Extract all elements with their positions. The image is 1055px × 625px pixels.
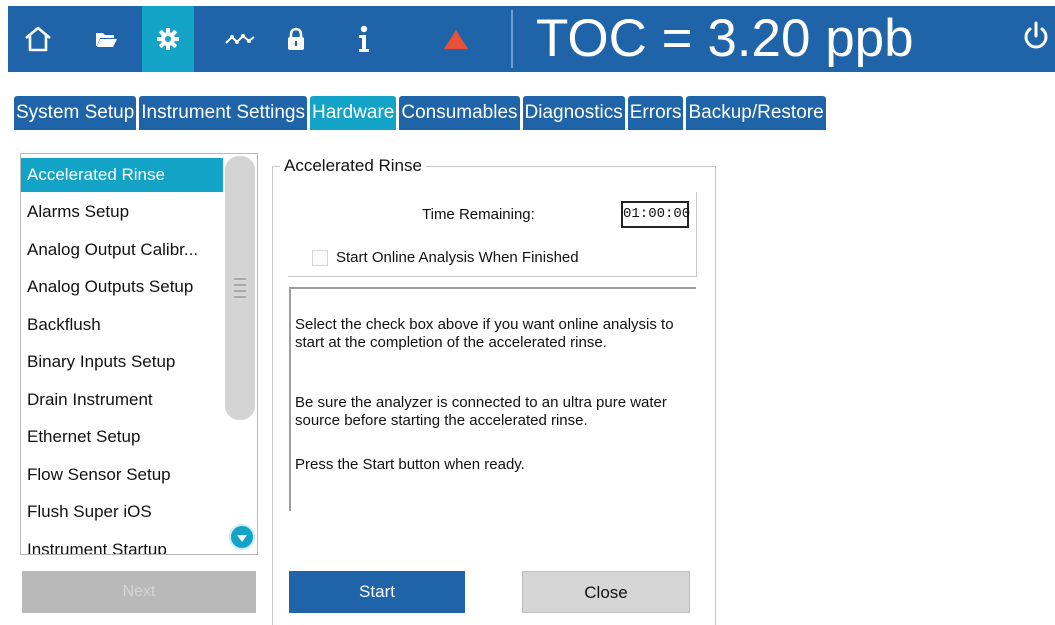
lock-icon (287, 27, 305, 51)
instruction-paragraph-1: Select the check box above if you want o… (295, 316, 674, 351)
list-item-analog-output-calibration[interactable]: Analog Output Calibr... (21, 233, 227, 267)
list-item-analog-outputs-setup[interactable]: Analog Outputs Setup (21, 270, 227, 304)
toc-readout: TOC = 3.20 ppb (536, 9, 914, 68)
folder-icon (94, 29, 118, 49)
start-button[interactable]: Start (289, 571, 465, 613)
list-item-backflush[interactable]: Backflush (21, 308, 227, 342)
list-item-ethernet-setup[interactable]: Ethernet Setup (21, 420, 227, 454)
next-button[interactable]: Next (22, 571, 256, 613)
tab-backup-restore[interactable]: Backup/Restore (686, 96, 826, 130)
hardware-menu-list[interactable]: Accelerated Rinse Alarms Setup Analog Ou… (20, 153, 258, 555)
list-item-flush-super-ios[interactable]: Flush Super iOS (21, 495, 227, 529)
info-button[interactable] (338, 6, 390, 72)
tab-system-setup[interactable]: System Setup (14, 96, 137, 130)
home-icon (23, 25, 53, 53)
settings-button[interactable] (142, 6, 194, 72)
list-item-flow-sensor-setup[interactable]: Flow Sensor Setup (21, 458, 227, 492)
close-button[interactable]: Close (522, 571, 690, 613)
scroll-down-button[interactable] (229, 524, 255, 550)
instructions-text: Select the check box above if you want o… (289, 287, 696, 511)
trend-icon (224, 31, 256, 47)
list-item-accelerated-rinse[interactable]: Accelerated Rinse (21, 158, 227, 192)
scrollbar-thumb[interactable] (225, 156, 255, 420)
start-online-analysis-label: Start Online Analysis When Finished (336, 249, 579, 266)
tab-bar: System Setup Instrument Settings Hardwar… (14, 96, 829, 130)
list-scrollbar[interactable] (223, 154, 257, 554)
files-button[interactable] (80, 6, 132, 72)
tab-errors[interactable]: Errors (627, 96, 684, 130)
trends-button[interactable] (214, 6, 266, 72)
start-online-analysis-checkbox[interactable] (312, 250, 328, 266)
list-item-drain-instrument[interactable]: Drain Instrument (21, 383, 227, 417)
list-item-instrument-startup[interactable]: Instrument Startup (21, 533, 227, 554)
info-icon (357, 25, 371, 53)
tab-instrument-settings[interactable]: Instrument Settings (139, 96, 307, 130)
home-button[interactable] (12, 6, 64, 72)
tab-consumables[interactable]: Consumables (399, 96, 520, 130)
time-remaining-label: Time Remaining: (422, 206, 535, 223)
power-icon (1021, 21, 1051, 56)
tab-hardware[interactable]: Hardware (309, 96, 397, 130)
alerts-button[interactable] (430, 6, 482, 72)
top-toolbar: TOC = 3.20 ppb (8, 6, 1055, 72)
chevron-down-icon (236, 528, 248, 547)
gear-icon (156, 27, 180, 51)
instruction-paragraph-3: Press the Start button when ready. (295, 456, 525, 473)
instruction-paragraph-2: Be sure the analyzer is connected to an … (295, 394, 667, 429)
grip-icon (234, 274, 246, 304)
power-button[interactable] (1021, 20, 1051, 56)
header-divider (511, 10, 513, 68)
list-item-binary-inputs-setup[interactable]: Binary Inputs Setup (21, 345, 227, 379)
time-remaining-field[interactable]: 01:00:00 (621, 201, 690, 228)
security-button[interactable] (270, 6, 322, 72)
list-item-alarms-setup[interactable]: Alarms Setup (21, 195, 227, 229)
group-title: Accelerated Rinse (280, 156, 426, 176)
tab-diagnostics[interactable]: Diagnostics (522, 96, 625, 130)
warning-icon (443, 28, 469, 50)
